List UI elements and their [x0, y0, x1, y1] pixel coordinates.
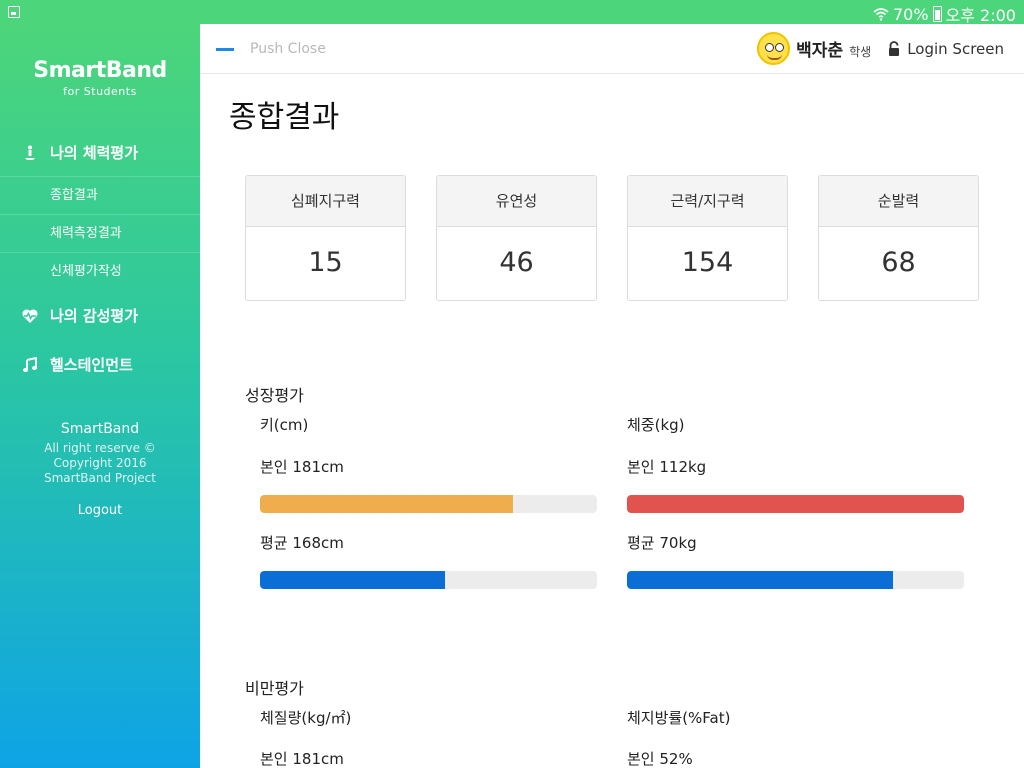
sidebar: SmartBand for Students 나의 체력평가 종합결과 체력측정… — [0, 24, 200, 768]
weight-label: 체중(kg) — [627, 416, 685, 434]
footer-brand: SmartBand — [60, 421, 140, 437]
menu-emotion-label: 나의 감성평가 — [50, 307, 139, 325]
height-self-bar-fill — [260, 495, 513, 513]
footer-copy-line: Copyright 2016 — [53, 456, 147, 470]
score-card: 심폐지구력 15 — [245, 175, 406, 301]
height-avg-bar-fill — [260, 571, 446, 589]
heartbeat-icon — [22, 308, 38, 323]
height-avg-label: 평균 168cm — [260, 534, 344, 552]
height-avg-bar — [260, 571, 597, 589]
gallery-icon — [8, 6, 20, 18]
weight-avg-bar-fill — [627, 571, 894, 589]
menu-fitness-label: 나의 체력평가 — [50, 144, 139, 162]
lock-icon — [889, 40, 900, 56]
user-info: 백자춘 학생 Login Screen — [757, 32, 1004, 65]
score-card-value: 46 — [499, 247, 534, 278]
menu-emotion[interactable]: 나의 감성평가 — [22, 305, 138, 326]
clock: 오후 2:00 — [945, 6, 1016, 25]
user-name: 백자춘 — [796, 41, 844, 61]
height-self-bar — [260, 495, 597, 513]
top-bar: Push Close 백자춘 학생 Login Screen — [200, 24, 1024, 74]
score-card-label: 순발력 — [819, 176, 978, 227]
height-label: 키(cm) — [260, 416, 309, 434]
footer-copy-line: All right reserve © — [44, 441, 156, 455]
user-role: 학생 — [849, 44, 872, 59]
score-card: 순발력 68 — [818, 175, 979, 301]
avatar[interactable] — [757, 32, 791, 65]
footer-copy-line: SmartBand Project — [44, 471, 156, 485]
score-card-label: 근력/지구력 — [628, 176, 787, 227]
brand-subtitle: for Students — [63, 85, 137, 98]
menu-toggle-icon[interactable] — [216, 48, 234, 58]
height-self-label: 본인 181cm — [260, 458, 344, 476]
score-card-value: 154 — [681, 247, 734, 278]
weight-self-bar-fill — [627, 495, 964, 513]
wifi-icon — [873, 8, 889, 21]
weight-self-bar — [627, 495, 964, 513]
push-close-button[interactable]: Push Close — [250, 41, 326, 57]
bmi-label: 체질량(kg/㎡) — [260, 709, 352, 727]
weight-self-label: 본인 112kg — [627, 458, 707, 476]
menu-healthtainment-label: 헬스테인먼트 — [50, 356, 133, 374]
menu-fitness[interactable]: 나의 체력평가 — [22, 142, 138, 163]
battery-percent: 70% — [892, 4, 929, 24]
fat-self-label: 본인 52% — [627, 750, 693, 768]
score-card: 근력/지구력 154 — [627, 175, 788, 301]
sidebar-footer: SmartBand All right reserve © Copyright … — [0, 421, 200, 518]
weight-avg-label: 평균 70kg — [627, 534, 697, 552]
submenu-measurements[interactable]: 체력측정결과 — [0, 214, 200, 252]
status-bar: 70% 오후 2:00 — [0, 0, 1024, 25]
bmi-self-label: 본인 181cm — [260, 750, 344, 768]
weight-avg-bar — [627, 571, 964, 589]
submenu-body-assessment[interactable]: 신체평가작성 — [0, 252, 200, 290]
submenu-summary[interactable]: 종합결과 — [0, 176, 200, 214]
logo: SmartBand for Students — [0, 24, 200, 98]
figure-icon — [25, 145, 35, 160]
fat-label: 체지방률(%Fat) — [627, 709, 731, 727]
obesity-section-title: 비만평가 — [245, 679, 304, 698]
brand-name: SmartBand — [33, 58, 167, 83]
battery-icon — [932, 6, 942, 22]
login-screen-link[interactable]: Login Screen — [907, 40, 1004, 58]
fitness-submenu: 종합결과 체력측정결과 신체평가작성 — [0, 176, 200, 290]
music-note-icon — [23, 356, 37, 372]
logout-link[interactable]: Logout — [0, 503, 200, 518]
menu-healthtainment[interactable]: 헬스테인먼트 — [22, 354, 133, 375]
score-card-label: 심폐지구력 — [246, 176, 405, 227]
page-title: 종합결과 — [229, 100, 340, 135]
score-card: 유연성 46 — [436, 175, 597, 301]
footer-copyright: All right reserve © Copyright 2016 Smart… — [0, 441, 200, 486]
score-card-value: 68 — [881, 247, 916, 278]
score-card-label: 유연성 — [437, 176, 596, 227]
score-card-value: 15 — [308, 247, 343, 278]
growth-section-title: 성장평가 — [245, 386, 304, 405]
